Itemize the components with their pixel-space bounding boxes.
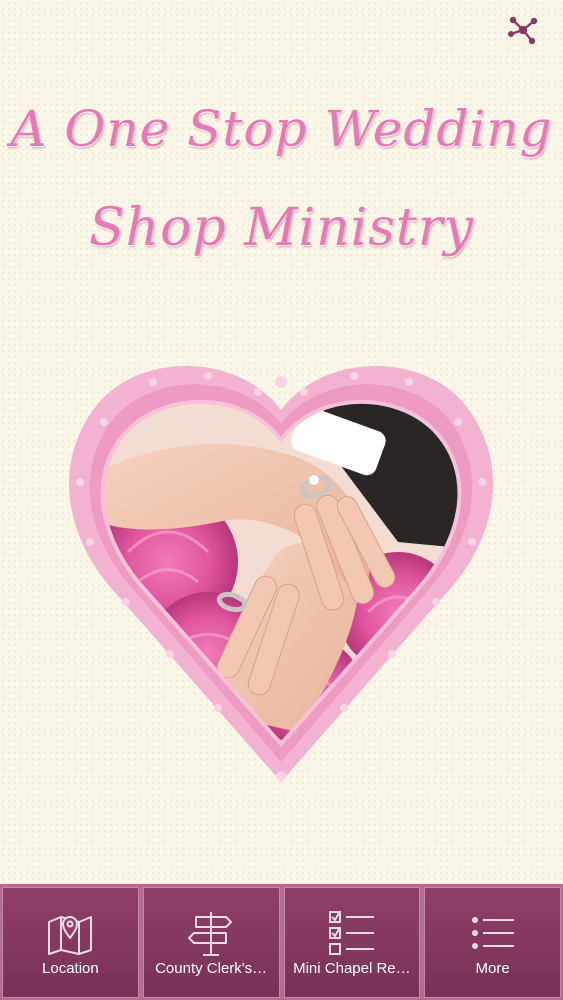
tab-county-clerk-label: County Clerk's… <box>155 960 268 977</box>
tab-location[interactable]: Location <box>2 887 139 998</box>
map-pin-icon <box>48 916 93 955</box>
tab-location-label: Location <box>42 960 99 977</box>
tab-mini-chapel-label: Mini Chapel Re… <box>293 960 411 977</box>
bottom-tab-bar: Location County Clerk's… Mini Chapel Re…… <box>0 884 563 1000</box>
share-network-icon <box>508 16 538 45</box>
tab-more-label: More <box>475 960 510 977</box>
app-title-line1: A One Stop Wedding <box>10 100 553 158</box>
list-icon <box>471 917 514 949</box>
tab-more[interactable]: More <box>424 887 561 998</box>
tab-county-clerk[interactable]: County Clerk's… <box>142 887 280 998</box>
checklist-icon <box>328 911 374 955</box>
tab-mini-chapel[interactable]: Mini Chapel Re… <box>283 887 421 998</box>
heart-frame-photo <box>58 352 504 798</box>
share-button[interactable] <box>505 12 541 48</box>
app-title-line2: Shop Ministry <box>88 198 475 258</box>
signpost-icon <box>188 912 233 956</box>
